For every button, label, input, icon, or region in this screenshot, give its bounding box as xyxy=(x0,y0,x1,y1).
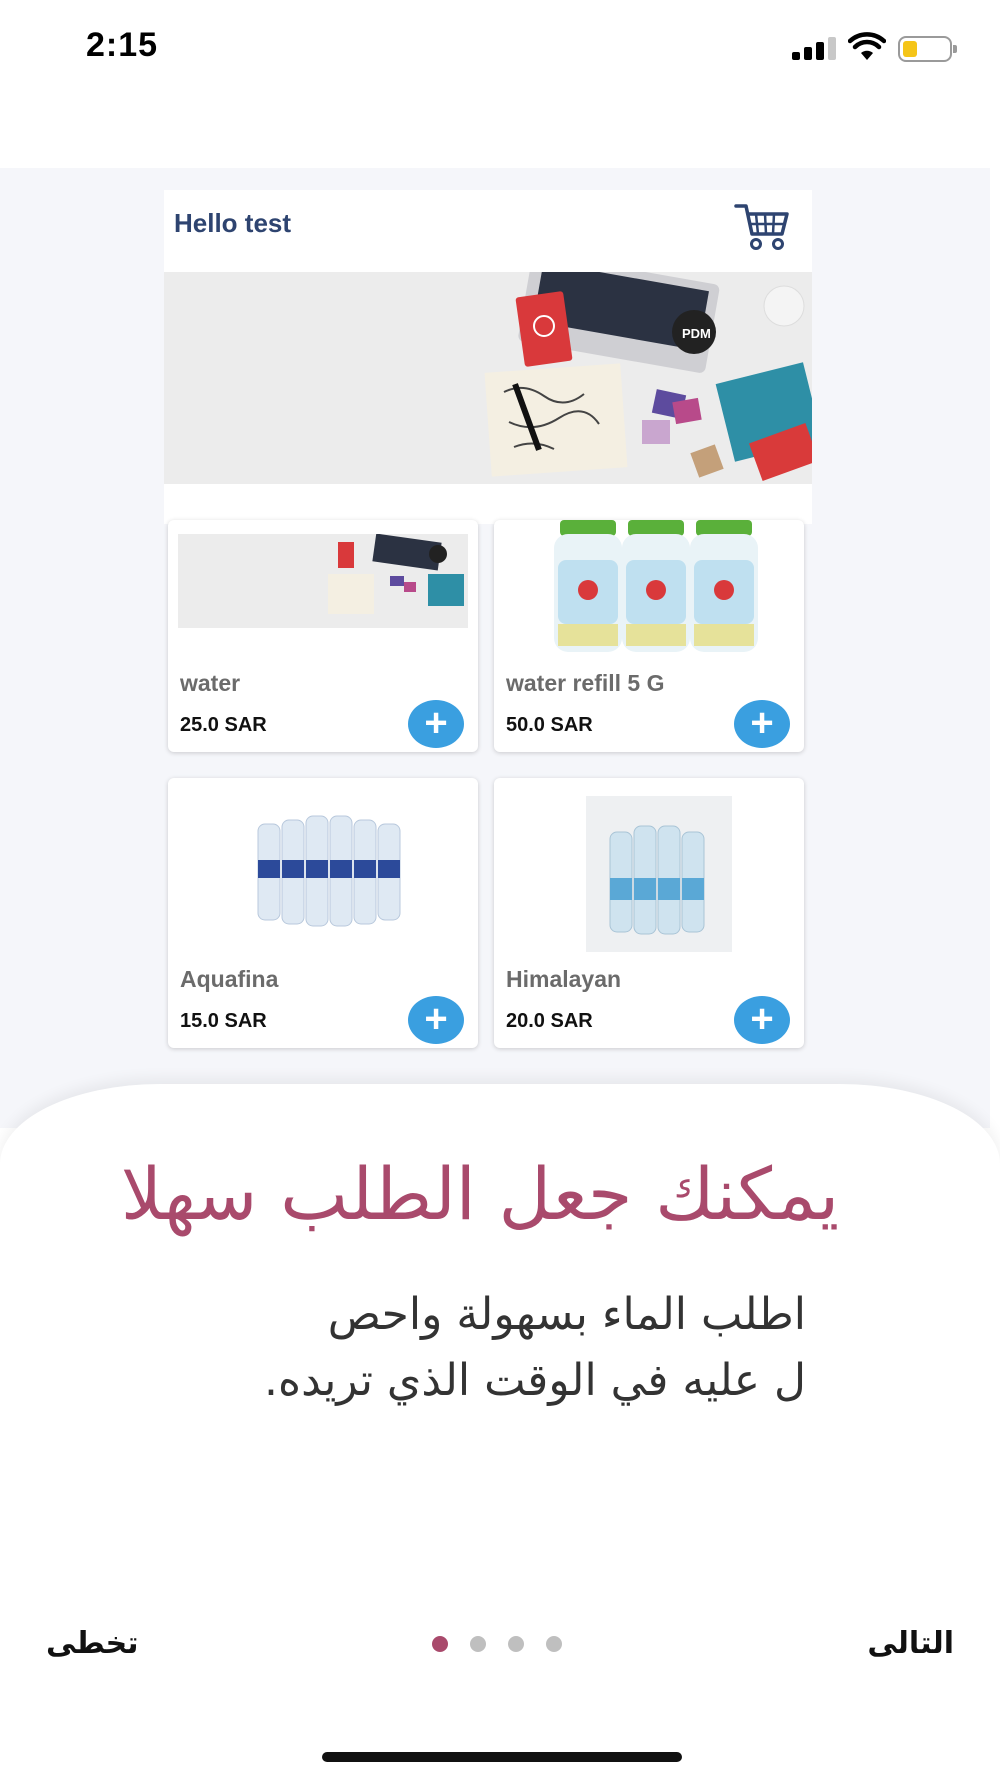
greeting-text: Hello test xyxy=(174,208,292,238)
page-indicator xyxy=(432,1636,572,1654)
product-image xyxy=(178,534,468,628)
description-line-1: اطلب الماء بسهولة واحص xyxy=(327,1289,806,1340)
svg-text:PDM: PDM xyxy=(682,326,711,341)
preview-header: Hello test xyxy=(164,190,812,272)
add-to-cart-button[interactable]: + xyxy=(734,996,790,1044)
wifi-icon xyxy=(848,32,886,60)
onboarding-description: اطلب الماء بسهولة واحص ل عليه في الوقت ا… xyxy=(246,1282,806,1414)
description-line-2: ل عليه في الوقت الذي تريده. xyxy=(264,1355,806,1406)
page-dot-active[interactable] xyxy=(432,1636,448,1652)
product-image xyxy=(178,808,468,940)
product-name: Himalayan xyxy=(506,966,622,992)
product-price: 20.0 SAR xyxy=(506,1010,593,1032)
product-price: 15.0 SAR xyxy=(180,1010,267,1032)
status-bar: 2:15 xyxy=(0,0,1000,100)
product-card[interactable]: water 25.0 SAR + xyxy=(168,520,478,752)
product-name: water refill 5 G xyxy=(506,670,665,696)
skip-button[interactable]: تخطى xyxy=(46,1626,138,1661)
page-dot[interactable] xyxy=(546,1636,562,1652)
home-indicator[interactable] xyxy=(322,1752,682,1762)
cart-icon xyxy=(734,204,789,250)
signal-icon xyxy=(792,36,838,60)
add-to-cart-button[interactable]: + xyxy=(408,700,464,748)
product-image xyxy=(586,796,732,952)
product-card[interactable]: Himalayan 20.0 SAR + xyxy=(494,778,804,1048)
product-card[interactable]: Aquafina 15.0 SAR + xyxy=(168,778,478,1048)
battery-level xyxy=(903,41,917,57)
battery-icon xyxy=(898,36,957,62)
product-name: water xyxy=(180,670,241,696)
banner-spacer xyxy=(164,484,812,524)
product-image xyxy=(504,520,794,656)
next-button[interactable]: التالى xyxy=(867,1626,954,1661)
product-name: Aquafina xyxy=(180,966,279,992)
product-price: 25.0 SAR xyxy=(180,714,267,736)
page-dot[interactable] xyxy=(508,1636,524,1652)
add-to-cart-button[interactable]: + xyxy=(734,700,790,748)
promo-banner-image: PDM xyxy=(164,272,812,484)
product-price: 50.0 SAR xyxy=(506,714,593,736)
app-preview: Hello test PDM water 25.0 SAR + water re… xyxy=(164,190,812,1060)
desk-illustration: PDM xyxy=(164,272,812,484)
product-card[interactable]: water refill 5 G 50.0 SAR + xyxy=(494,520,804,752)
page-dot[interactable] xyxy=(470,1636,486,1652)
status-time: 2:15 xyxy=(86,26,159,64)
onboarding-title: يمكنك جعل الطلب سهلا xyxy=(120,1152,840,1236)
add-to-cart-button[interactable]: + xyxy=(408,996,464,1044)
